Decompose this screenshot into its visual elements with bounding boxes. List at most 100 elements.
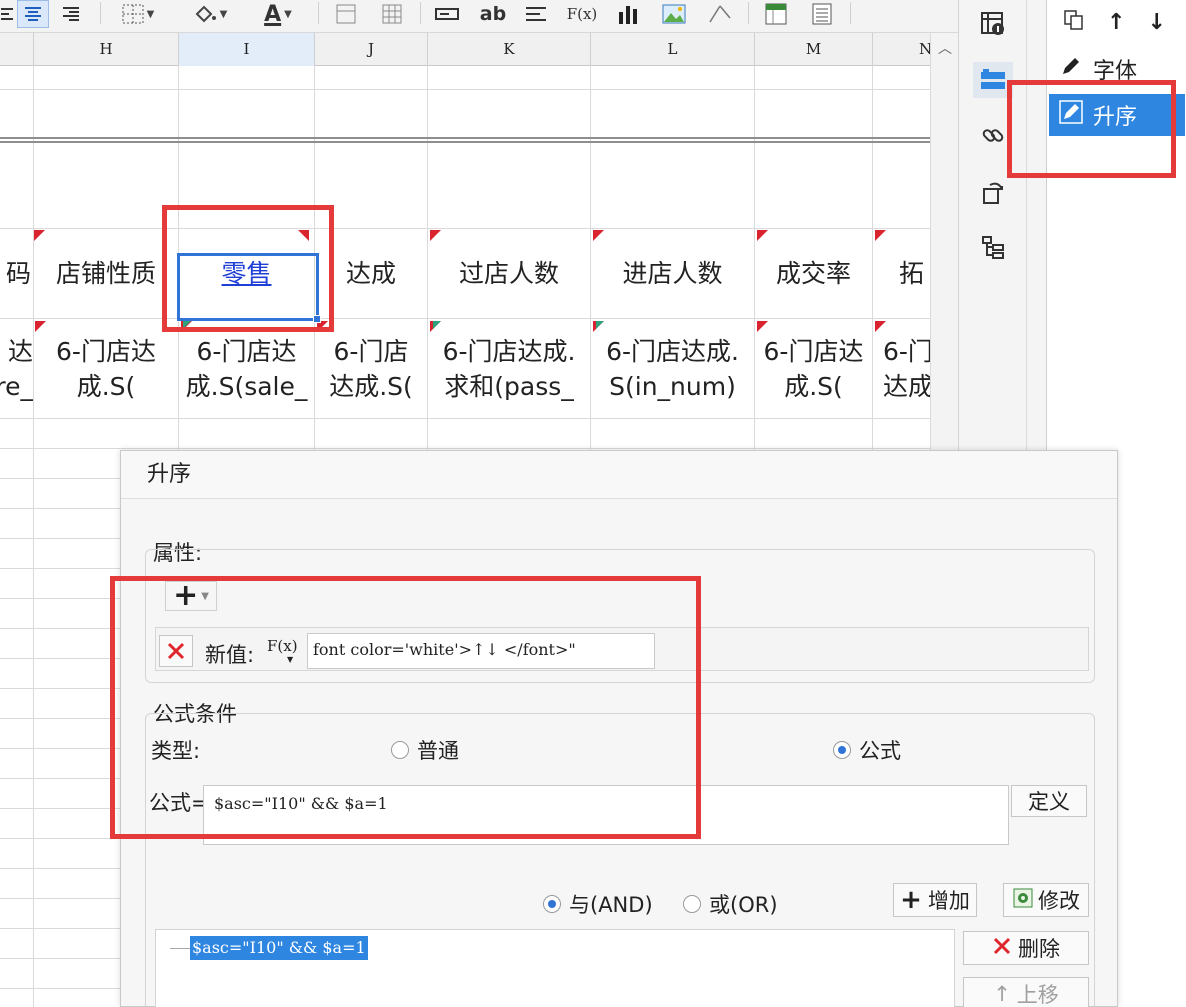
column-header-g[interactable] bbox=[0, 33, 34, 66]
delete-condition-button[interactable]: 删除 bbox=[963, 931, 1089, 965]
cell-attr-icon[interactable] bbox=[973, 6, 1013, 42]
type-formula-radio[interactable]: 公式 bbox=[833, 735, 901, 765]
modify-icon bbox=[1012, 887, 1034, 914]
table-icon[interactable] bbox=[376, 0, 408, 28]
arrow-up-icon: ↑ bbox=[993, 982, 1011, 1006]
radio-dot-checked bbox=[543, 895, 561, 913]
column-header[interactable]: N bbox=[873, 33, 930, 66]
data-cell-line: 6-门店达 bbox=[763, 336, 864, 366]
data-cell[interactable]: 达 re_ bbox=[0, 319, 33, 418]
cell-marker bbox=[757, 230, 768, 241]
copy-icon[interactable] bbox=[1063, 9, 1085, 37]
data-cell-line: 达 bbox=[7, 336, 33, 366]
cell-marker bbox=[433, 321, 441, 329]
move-up-button[interactable]: ↑ 上移 bbox=[963, 977, 1089, 1007]
tree-line bbox=[170, 948, 190, 949]
data-cell-line: 成.S( bbox=[76, 371, 136, 401]
radio-label: 与(AND) bbox=[569, 893, 653, 917]
define-button[interactable]: 定义 bbox=[1011, 785, 1087, 817]
cell-marker bbox=[430, 230, 441, 241]
header-cell[interactable]: 进店人数 bbox=[591, 229, 754, 318]
header-cell[interactable]: 拓 bbox=[873, 229, 930, 318]
align-right-icon[interactable] bbox=[55, 0, 87, 28]
column-header[interactable]: K bbox=[428, 33, 591, 66]
pencil-icon bbox=[1049, 55, 1093, 83]
column-header-selected[interactable]: I bbox=[179, 33, 315, 66]
highlight-box-cell bbox=[162, 205, 334, 332]
bar-chart-icon[interactable] bbox=[612, 0, 644, 28]
radio-label: 或(OR) bbox=[709, 893, 778, 917]
panel-toolbar: ↑ ↓ bbox=[1047, 0, 1186, 45]
delete-button-label: 删除 bbox=[1018, 937, 1060, 961]
scroll-up-icon[interactable]: ︿ bbox=[931, 35, 959, 61]
ab-text-icon[interactable]: ab bbox=[476, 0, 510, 28]
report-icon[interactable] bbox=[806, 0, 838, 28]
dialog-title: 升序 bbox=[121, 451, 1117, 499]
data-cell-line: 6-门店 bbox=[333, 336, 409, 366]
data-cell[interactable]: 6-门店达成.S( bbox=[34, 319, 178, 418]
align-left-icon[interactable] bbox=[0, 0, 14, 28]
cell-marker bbox=[757, 321, 768, 332]
font-color-icon[interactable]: A ▼ bbox=[250, 0, 306, 28]
formatting-toolbar: ▼ ▼ A ▼ ab F(x) bbox=[0, 0, 958, 33]
column-header[interactable]: M bbox=[755, 33, 873, 66]
radio-label: 公式 bbox=[859, 739, 901, 763]
data-cell-line: 达成.S( bbox=[329, 371, 413, 401]
data-cell[interactable]: 6-门店达成. 求和(pass_ bbox=[428, 319, 590, 418]
data-cell-line: 6-门店达 bbox=[196, 336, 297, 366]
cell-marker bbox=[596, 321, 604, 329]
header-cell[interactable]: 过店人数 bbox=[428, 229, 590, 318]
data-cell-line: 6-门店达成. bbox=[606, 336, 739, 366]
arrow-down-icon[interactable]: ↓ bbox=[1147, 10, 1165, 35]
data-cell-line: 达成 bbox=[883, 371, 930, 401]
merge-cells-icon[interactable] bbox=[330, 0, 362, 28]
frozen-icon[interactable] bbox=[760, 0, 792, 28]
fill-color-icon[interactable]: ▼ bbox=[182, 0, 238, 28]
modify-button-label: 修改 bbox=[1038, 889, 1080, 913]
delete-icon bbox=[992, 936, 1012, 961]
data-cell[interactable]: 6-门店达成.S(sale_ bbox=[179, 319, 314, 418]
condition-list[interactable]: $asc="I10" && $a=1 bbox=[155, 929, 955, 1007]
text-field-icon[interactable] bbox=[430, 0, 464, 28]
data-cell-line: 6-门 bbox=[883, 336, 930, 366]
data-cell-line: S(in_num) bbox=[609, 371, 736, 401]
logic-or-radio[interactable]: 或(OR) bbox=[683, 889, 778, 919]
cell-marker bbox=[34, 230, 45, 241]
condition-list-item-selected[interactable]: $asc="I10" && $a=1 bbox=[190, 936, 368, 960]
header-cell[interactable]: 店铺性质 bbox=[34, 229, 178, 318]
border-icon[interactable]: ▼ bbox=[110, 0, 166, 28]
slash-icon[interactable] bbox=[704, 0, 736, 28]
widget-icon[interactable] bbox=[973, 174, 1013, 210]
align-center-icon[interactable] bbox=[17, 0, 49, 28]
header-cell[interactable]: 码 bbox=[0, 229, 33, 318]
column-header[interactable]: H bbox=[34, 33, 179, 66]
data-cell-line: 成.S( bbox=[784, 371, 843, 401]
picture-icon[interactable] bbox=[658, 0, 690, 28]
data-cell-line: 求和(pass_ bbox=[444, 371, 574, 401]
data-cell[interactable]: 6-门店达成.S( bbox=[755, 319, 872, 418]
add-condition-button[interactable]: + 增加 bbox=[893, 883, 977, 917]
column-header[interactable]: L bbox=[591, 33, 755, 66]
header-cell[interactable]: 成交率 bbox=[755, 229, 872, 318]
arrow-up-icon[interactable]: ↑ bbox=[1107, 10, 1125, 35]
data-cell-line: 成.S(sale_ bbox=[185, 371, 308, 401]
radio-dot bbox=[683, 895, 701, 913]
structure-icon[interactable] bbox=[973, 230, 1013, 266]
formula-icon[interactable]: F(x) bbox=[564, 0, 600, 28]
plus-icon: + bbox=[900, 885, 922, 915]
ab-label: ab bbox=[479, 3, 507, 25]
font-color-label: A bbox=[264, 1, 282, 27]
highlight-box-dialog bbox=[110, 576, 701, 839]
modify-condition-button[interactable]: 修改 bbox=[1003, 883, 1089, 917]
data-cell[interactable]: 6-门店达成. S(in_num) bbox=[591, 319, 754, 418]
data-cell-line: 6-门店达成. bbox=[442, 336, 576, 366]
cell-marker bbox=[593, 230, 604, 241]
data-cell[interactable]: 6-门店达成.S( bbox=[315, 319, 427, 418]
logic-and-radio[interactable]: 与(AND) bbox=[543, 889, 653, 919]
data-cell-line: re_ bbox=[0, 371, 33, 401]
data-cell[interactable]: 6-门达成 bbox=[873, 319, 930, 418]
column-header[interactable]: J bbox=[315, 33, 428, 66]
add-button-label: 增加 bbox=[927, 889, 970, 913]
paragraph-icon[interactable] bbox=[520, 0, 552, 28]
column-header-bar: H I J K L M N bbox=[0, 33, 930, 66]
